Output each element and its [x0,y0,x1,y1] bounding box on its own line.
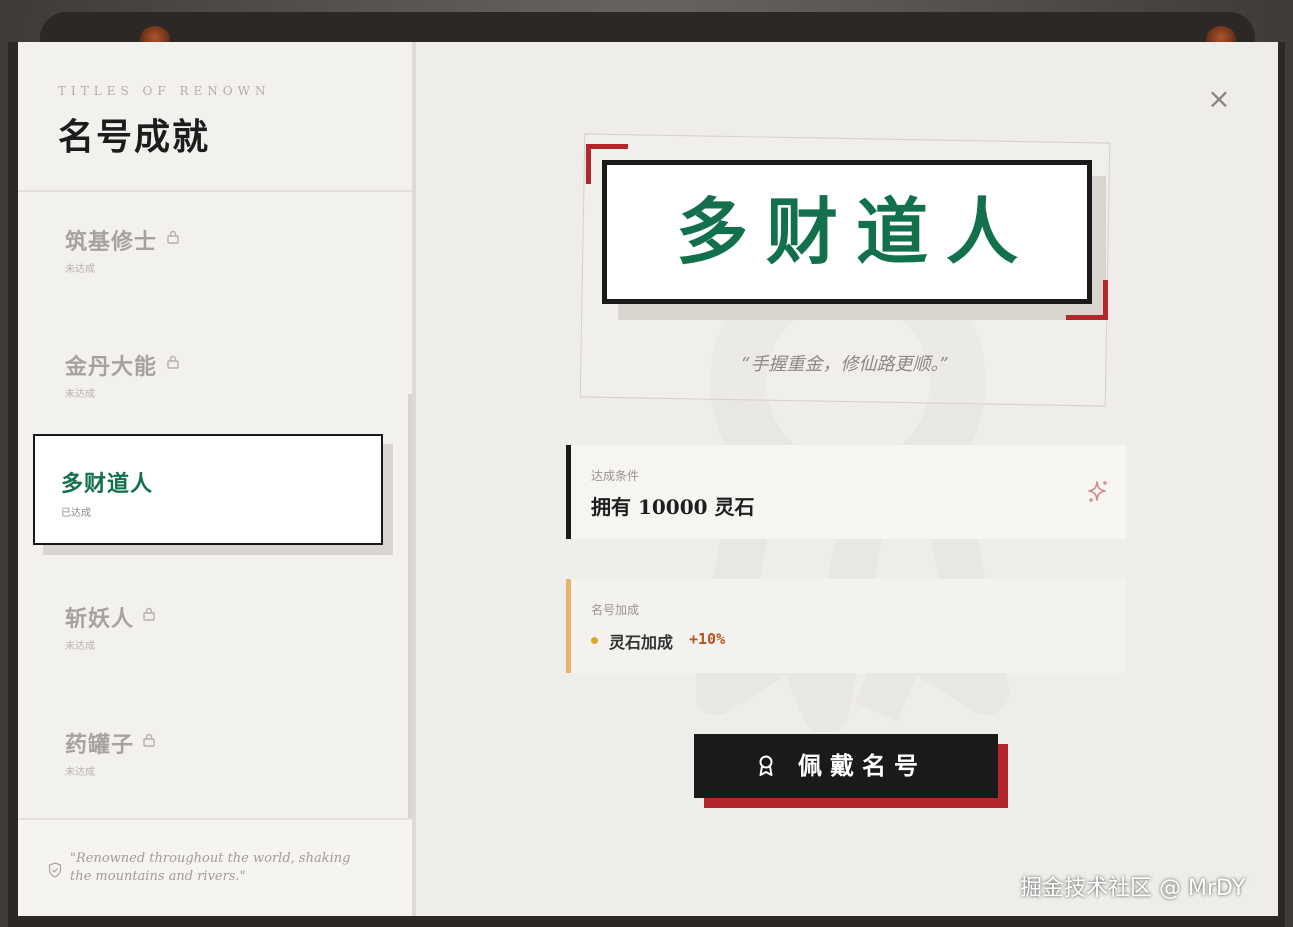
corner-ornament-bottom-right [1066,280,1108,320]
title-item-duocai[interactable]: 多财道人 已达成 [33,434,383,545]
equip-button-label: 佩戴名号 [798,751,926,780]
condition-panel: 达成条件 拥有 10000 灵石 [566,445,1126,539]
title-item-status: 未达成 [65,641,95,652]
sparkle-icon [1088,481,1107,502]
sidebar-header: TITLES OF RENOWN 名号成就 [18,42,412,192]
bonus-label: 名号加成 [591,603,640,617]
lock-icon [143,733,155,747]
bonus-bullet [591,637,598,644]
title-item-name: 筑基修士 [65,229,158,255]
lock-icon [167,355,179,369]
lock-icon [167,230,179,244]
title-item-status: 已达成 [61,508,91,519]
lock-icon [143,607,155,621]
titles-modal: TITLES OF RENOWN 名号成就 筑基修士 未达成 金丹大能 未达成 … [18,42,1278,916]
shield-check-icon [48,862,62,878]
award-ribbon-icon [759,755,773,776]
condition-label: 达成条件 [591,469,640,483]
site-watermark: 掘金技术社区 @ MrDY [1020,876,1246,901]
title-list-sidebar: TITLES OF RENOWN 名号成就 筑基修士 未达成 金丹大能 未达成 … [18,42,416,916]
bonus-value: +10% [689,630,726,648]
title-plaque: 多财道人 [602,160,1092,304]
title-motto: “手握重金，修仙路更顺。” [741,354,949,375]
title-item-name: 药罐子 [65,732,135,758]
title-item-status: 未达成 [65,767,95,778]
bonus-panel: 名号加成 灵石加成 +10% [566,579,1126,673]
sidebar-footer: "Renowned throughout the world, shaking … [18,818,412,916]
close-button[interactable]: × [1206,85,1232,113]
bonus-stat: 灵石加成 [609,633,674,652]
equip-title-button[interactable]: 佩戴名号 [694,734,998,798]
corner-ornament-top-left [586,144,628,184]
title-plaque-text: 多财道人 [675,189,1036,274]
title-item-name: 多财道人 [61,471,154,497]
title-item-zhanyao[interactable]: 斩妖人 未达成 [18,579,398,689]
title-item-zhuji[interactable]: 筑基修士 未达成 [18,202,398,312]
title-item-status: 未达成 [65,389,95,400]
sidebar-scrollbar[interactable] [408,394,412,818]
title-item-status: 未达成 [65,264,95,275]
title-item-name: 斩妖人 [65,606,135,632]
title-item-yaoguan[interactable]: 药罐子 未达成 [18,705,398,815]
title-item-name: 金丹大能 [65,354,158,380]
sidebar-title: 名号成就 [58,116,211,158]
sidebar-eyebrow: TITLES OF RENOWN [58,84,271,98]
condition-value: 拥有 10000 灵石 [591,495,755,519]
title-item-jindan[interactable]: 金丹大能 未达成 [18,327,398,437]
footer-quote: "Renowned throughout the world, shaking … [70,851,351,884]
title-detail-pane: × 多财道人 “手握重金，修仙路更顺。” 达成条件 拥有 10000 灵石 名号… [416,42,1278,916]
